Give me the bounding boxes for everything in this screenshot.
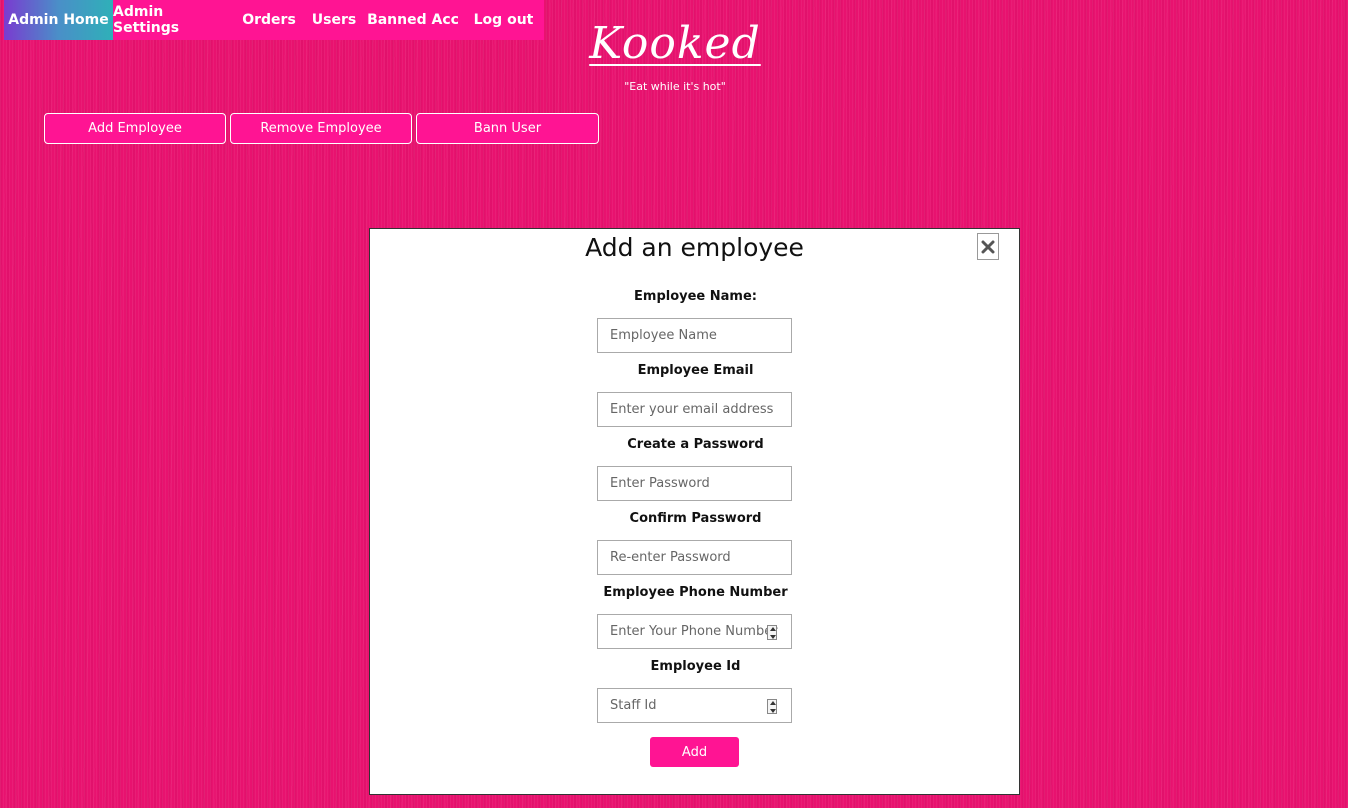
stepper-down-icon[interactable] [768,707,776,714]
employee-name-input[interactable]: Employee Name [597,318,792,353]
employee-phone-input[interactable]: Enter Your Phone Number [597,614,792,649]
employee-name-label: Employee Name: [634,289,757,304]
nav-admin-home[interactable]: Admin Home [4,0,113,40]
nav-admin-settings[interactable]: Admin Settings [113,0,233,40]
employee-phone-placeholder: Enter Your Phone Number [610,624,778,639]
employee-email-input[interactable]: Enter your email address [597,392,792,427]
employee-name-placeholder: Employee Name [610,328,717,343]
modal-title: Add an employee [585,233,804,262]
id-stepper[interactable] [767,699,777,714]
bann-user-button[interactable]: Bann User [416,113,599,144]
confirm-password-input[interactable]: Re-enter Password [597,540,792,575]
employee-id-input[interactable]: Staff Id [597,688,792,723]
nav-orders[interactable]: Orders [233,0,305,40]
password-placeholder: Enter Password [610,476,710,491]
nav-users[interactable]: Users [305,0,363,40]
top-navbar: Admin Home Admin Settings Orders Users B… [4,0,544,40]
add-employee-button[interactable]: Add Employee [44,113,226,144]
brand-logo[interactable]: Kooked [540,22,810,66]
close-icon [981,240,995,253]
add-submit-button[interactable]: Add [650,737,739,767]
phone-stepper[interactable] [767,625,777,640]
employee-email-label: Employee Email [637,363,754,378]
close-button[interactable] [977,233,999,260]
stepper-down-icon[interactable] [768,633,776,640]
employee-id-label: Employee Id [650,659,741,674]
password-input[interactable]: Enter Password [597,466,792,501]
employee-id-placeholder: Staff Id [610,698,657,713]
nav-log-out[interactable]: Log out [463,0,544,40]
confirm-password-label: Confirm Password [629,511,762,526]
brand: Kooked "Eat while it's hot" [540,22,810,94]
brand-tagline: "Eat while it's hot" [624,80,726,93]
add-employee-modal: Add an employee Employee Name: Employee … [369,228,1020,795]
remove-employee-button[interactable]: Remove Employee [230,113,412,144]
nav-banned-acc[interactable]: Banned Acc [363,0,463,40]
employee-phone-label: Employee Phone Number [603,585,788,600]
employee-email-placeholder: Enter your email address [610,402,774,417]
create-password-label: Create a Password [627,437,764,452]
confirm-password-placeholder: Re-enter Password [610,550,731,565]
